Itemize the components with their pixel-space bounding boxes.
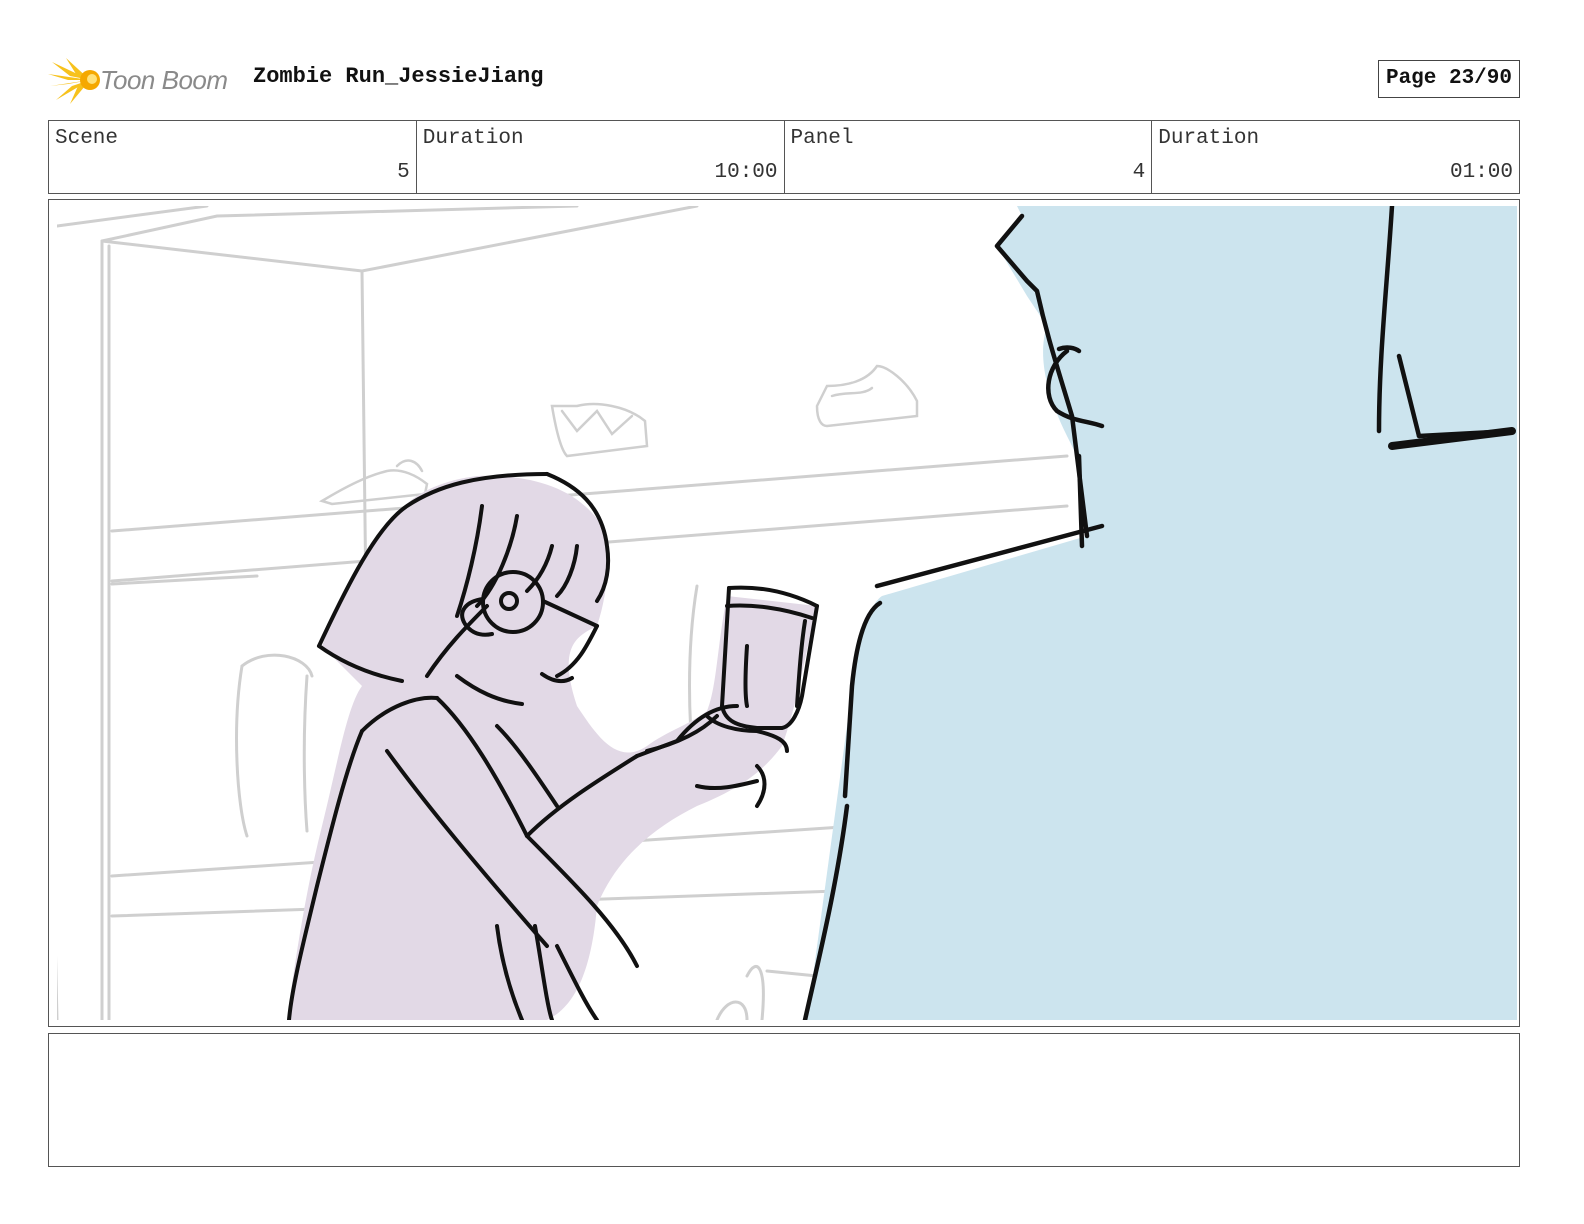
project-title: Zombie Run_JessieJiang [253, 64, 544, 89]
scene-duration-value: 10:00 [714, 161, 778, 184]
background-shoes [318, 364, 919, 506]
panel-drawing [57, 206, 1517, 1020]
foreground-silhouette [807, 206, 1517, 1020]
panel-cell: Panel 4 [785, 121, 1153, 193]
scene-cell: Scene 5 [49, 121, 417, 193]
panel-duration-label: Duration [1158, 127, 1260, 150]
panel-label: Panel [790, 127, 854, 150]
starburst-icon [48, 58, 100, 104]
scene-label: Scene [55, 127, 119, 150]
panel-value: 4 [1132, 161, 1146, 184]
scene-info-table: Scene 5 Duration 10:00 Panel 4 Duration … [48, 120, 1520, 194]
storyboard-sketch [57, 206, 1517, 1020]
panel-notes-box [48, 1033, 1520, 1167]
page-indicator: Page 23/90 [1377, 60, 1520, 98]
logo-wordmark: Toon Boom [100, 64, 228, 95]
scene-value: 5 [397, 161, 410, 184]
panel-duration-value: 01:00 [1449, 161, 1513, 184]
scene-duration-cell: Duration 10:00 [417, 121, 785, 193]
panel-frame [48, 199, 1520, 1027]
scene-duration-label: Duration [422, 127, 524, 150]
toon-boom-logo: Toon Boom [48, 52, 228, 108]
storyboard-header: Toon Boom Zombie Run_JessieJiang Page 23… [48, 52, 1520, 108]
panel-duration-cell: Duration 01:00 [1152, 121, 1519, 193]
